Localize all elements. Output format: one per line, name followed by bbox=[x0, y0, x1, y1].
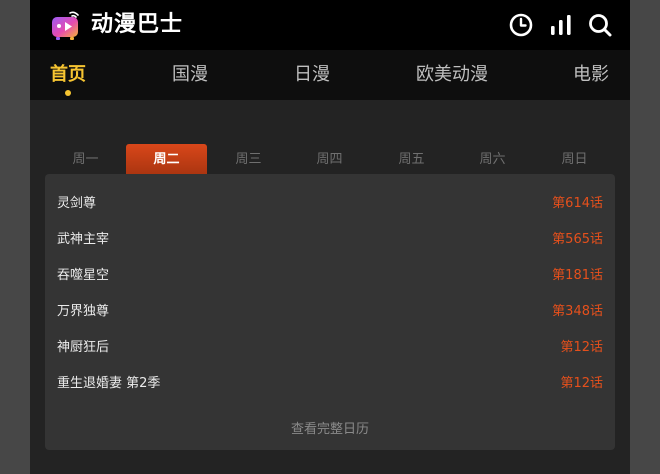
weekday-tab-sat[interactable]: 周六 bbox=[452, 144, 533, 176]
view-full-calendar-link[interactable]: 查看完整日历 bbox=[45, 421, 615, 439]
history-clock-icon[interactable] bbox=[508, 12, 534, 38]
anime-title[interactable]: 重生退婚妻 第2季 bbox=[57, 375, 160, 393]
app-container: 动漫巴士 首页 国漫 日漫 欧美动漫 电影 周一 周二 周三 周四 周五 周六 … bbox=[30, 0, 630, 474]
episode-label[interactable]: 第348话 bbox=[552, 303, 603, 321]
search-icon[interactable] bbox=[587, 12, 613, 38]
category-nav: 首页 国漫 日漫 欧美动漫 电影 bbox=[30, 50, 630, 100]
ranking-bars-icon[interactable] bbox=[548, 12, 574, 38]
schedule-list: 灵剑尊 第614话 武神主宰 第565话 吞噬星空 第181话 万界独尊 第34… bbox=[45, 174, 615, 450]
episode-label[interactable]: 第565话 bbox=[552, 231, 603, 249]
episode-label[interactable]: 第12话 bbox=[560, 339, 603, 357]
list-item[interactable]: 灵剑尊 第614话 bbox=[57, 186, 603, 222]
episode-label[interactable]: 第614话 bbox=[552, 195, 603, 213]
weekday-tab-sun[interactable]: 周日 bbox=[534, 144, 615, 176]
list-item[interactable]: 万界独尊 第348话 bbox=[57, 294, 603, 330]
weekday-tab-thu[interactable]: 周四 bbox=[289, 144, 370, 176]
episode-label[interactable]: 第181话 bbox=[552, 267, 603, 285]
list-item[interactable]: 神厨狂后 第12话 bbox=[57, 330, 603, 366]
nav-tab-western-anime[interactable]: 欧美动漫 bbox=[416, 62, 488, 88]
anime-title[interactable]: 灵剑尊 bbox=[57, 195, 96, 213]
anime-title[interactable]: 万界独尊 bbox=[57, 303, 109, 321]
tv-logo-icon[interactable] bbox=[50, 9, 82, 41]
weekday-tab-tue[interactable]: 周二 bbox=[126, 144, 207, 176]
active-tab-indicator bbox=[65, 90, 71, 96]
list-item[interactable]: 武神主宰 第565话 bbox=[57, 222, 603, 258]
anime-title[interactable]: 武神主宰 bbox=[57, 231, 109, 249]
nav-tab-japanese-anime[interactable]: 日漫 bbox=[294, 62, 330, 88]
weekday-tab-wed[interactable]: 周三 bbox=[208, 144, 289, 176]
anime-title[interactable]: 吞噬星空 bbox=[57, 267, 109, 285]
list-item[interactable]: 重生退婚妻 第2季 第12话 bbox=[57, 366, 603, 402]
weekday-tab-mon[interactable]: 周一 bbox=[45, 144, 126, 176]
list-item[interactable]: 吞噬星空 第181话 bbox=[57, 258, 603, 294]
anime-title[interactable]: 神厨狂后 bbox=[57, 339, 109, 357]
weekday-tabs: 周一 周二 周三 周四 周五 周六 周日 bbox=[45, 144, 615, 176]
nav-tab-home[interactable]: 首页 bbox=[50, 62, 86, 88]
brand-name: 动漫巴士 bbox=[91, 12, 184, 37]
header-bar: 动漫巴士 bbox=[30, 0, 630, 50]
episode-label[interactable]: 第12话 bbox=[560, 375, 603, 393]
nav-tab-movies[interactable]: 电影 bbox=[573, 62, 609, 88]
nav-tab-chinese-anime[interactable]: 国漫 bbox=[172, 62, 208, 88]
weekday-tab-fri[interactable]: 周五 bbox=[371, 144, 452, 176]
